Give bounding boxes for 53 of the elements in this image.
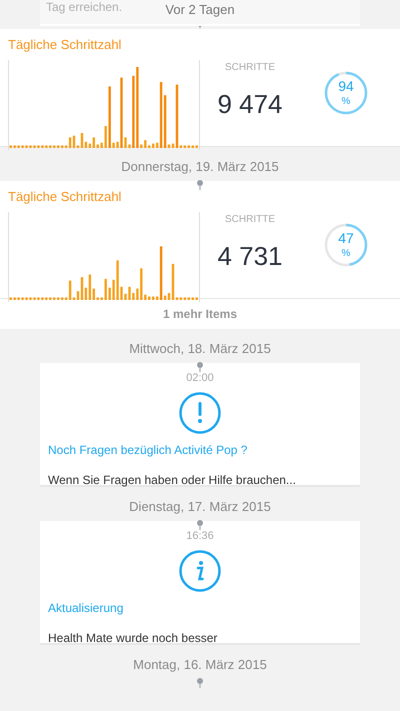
timeline-connector: [197, 520, 203, 530]
chart-bar: [10, 145, 12, 148]
faded-text: Tag erreichen.: [46, 0, 122, 16]
card-title: Tägliche Schrittzahl: [8, 36, 122, 54]
chart-bar: [104, 126, 107, 148]
steps-label: SCHRITTE: [225, 213, 275, 227]
time-label: 02:00: [186, 371, 214, 386]
percent-value: 94: [338, 78, 354, 94]
chart-bar: [144, 140, 146, 148]
percent-sign: %: [342, 248, 350, 259]
more-items-link[interactable]: 1 mehr Items: [162, 306, 238, 322]
timeline-connector: [197, 25, 203, 29]
chart-bar: [104, 278, 107, 300]
chart-bar: [49, 145, 52, 148]
chart-bar: [152, 296, 154, 300]
chart-bar: [57, 145, 60, 148]
chart-bar: [192, 297, 194, 300]
notification-text: Wenn Sie Fragen haben oder Hilfe brauchen...: [48, 473, 296, 488]
notification-title: Aktualisierung: [48, 601, 124, 616]
timeline-connector: [197, 362, 203, 372]
notification-title: Noch Fragen bezüglich Activité Pop ?: [48, 443, 248, 458]
chart-bar: [196, 145, 198, 148]
date-heading: Donnerstag, 19. März 2015: [121, 158, 279, 176]
timeline-connector: [197, 180, 203, 190]
info-icon: [179, 550, 221, 592]
chart-bar: [196, 297, 198, 300]
date-heading: Vor 2 Tagen: [165, 1, 235, 19]
card-title: Tägliche Schrittzahl: [8, 188, 122, 206]
step-count: 9 474: [217, 88, 283, 121]
notification-text: Health Mate wurde noch besser: [48, 631, 218, 646]
date-heading: Mittwoch, 18. März 2015: [129, 340, 271, 358]
date-heading: Dienstag, 17. März 2015: [129, 498, 271, 516]
chart-bar: [152, 144, 154, 148]
progress-ring: [324, 71, 368, 115]
timeline-connector: [197, 678, 203, 688]
chart-bar: [10, 297, 12, 300]
chart-bar: [148, 296, 150, 300]
percent-value: 47: [338, 230, 354, 246]
percent-sign: %: [342, 96, 350, 107]
chart-bar: [53, 145, 56, 148]
chart-bar: [57, 297, 60, 300]
chart-bar: [53, 297, 56, 300]
chart-bar: [100, 142, 103, 148]
chart-bar: [96, 144, 99, 148]
chart-bar: [192, 145, 194, 148]
date-heading: Montag, 16. März 2015: [133, 656, 267, 674]
chart-bar: [49, 297, 52, 300]
steps-label: SCHRITTE: [225, 61, 275, 75]
exclamation-icon: [179, 392, 221, 434]
progress-ring: [324, 223, 368, 267]
time-label: 16:36: [186, 529, 214, 544]
step-count: 4 731: [217, 240, 283, 273]
chart-bar: [144, 294, 146, 300]
